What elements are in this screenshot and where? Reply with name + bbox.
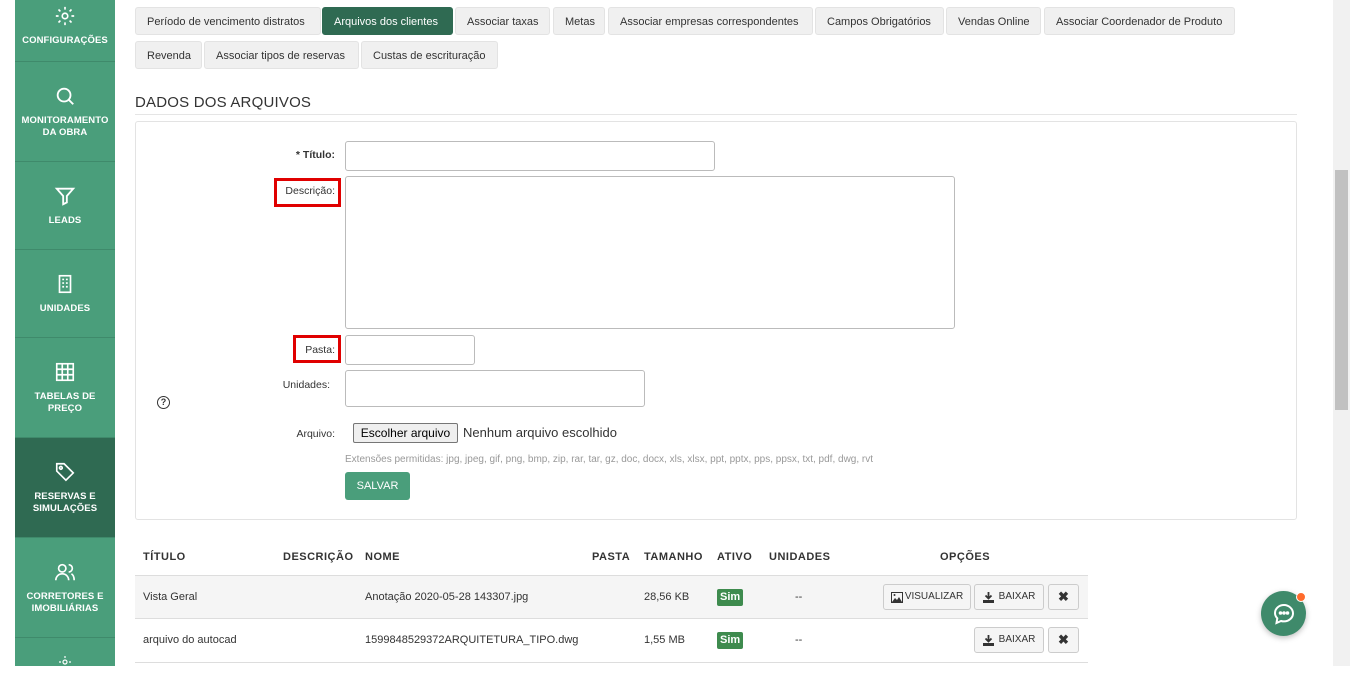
unidades-select[interactable] xyxy=(345,370,645,407)
col-descricao: DESCRIÇÃO xyxy=(283,551,354,563)
grid-icon xyxy=(55,362,75,381)
tab-vendas-online[interactable]: Vendas Online xyxy=(946,7,1041,35)
sidebar-item-leads[interactable]: Leads xyxy=(15,162,115,250)
gear-icon xyxy=(55,6,75,25)
sidebar-item-configuracoes[interactable]: Configurações xyxy=(15,0,115,62)
arquivo-label: Arquivo: xyxy=(296,428,335,440)
image-icon xyxy=(890,591,903,603)
extensions-hint: Extensões permitidas: jpg, jpeg, gif, pn… xyxy=(345,454,874,465)
file-status: Nenhum arquivo escolhido xyxy=(463,425,617,440)
delete-button[interactable]: ✖ xyxy=(1048,584,1079,610)
download-icon xyxy=(982,591,994,603)
sidebar-item-label: Reservas e simulações xyxy=(32,490,98,514)
sidebar-item-reservas[interactable]: Reservas e simulações xyxy=(15,438,115,538)
funnel-icon xyxy=(54,187,76,206)
cell-titulo: Vista Geral xyxy=(143,591,198,603)
save-button[interactable]: SALVAR xyxy=(345,472,410,500)
titulo-label: * Título: xyxy=(295,149,335,161)
sidebar-item-more[interactable] xyxy=(15,638,115,678)
sidebar-item-label: Unidades xyxy=(39,302,91,314)
sidebar-item-unidades[interactable]: Unidades xyxy=(15,250,115,338)
col-ativo: ATIVO xyxy=(717,551,753,563)
sidebar-item-corretores[interactable]: Corretores e imobiliárias xyxy=(15,538,115,638)
tab-associar-coordenador[interactable]: Associar Coordenador de Produto xyxy=(1044,7,1235,35)
chat-icon xyxy=(1273,603,1294,625)
tab-associar-taxas[interactable]: Associar taxas xyxy=(455,7,550,35)
pasta-input[interactable] xyxy=(345,335,475,365)
col-titulo: TÍTULO xyxy=(143,551,186,563)
section-divider xyxy=(135,114,1297,115)
baixar-label: BAIXAR xyxy=(998,591,1036,602)
cell-tamanho: 1,55 MB xyxy=(644,634,685,646)
cell-nome: Anotação 2020-05-28 143307.jpg xyxy=(365,591,529,603)
sidebar-item-label: Monitoramento da obra xyxy=(21,114,109,138)
col-unidades: UNIDADES xyxy=(769,551,831,563)
scrollbar-thumb[interactable] xyxy=(1335,170,1348,410)
users-icon xyxy=(55,563,75,580)
status-badge: Sim xyxy=(717,589,744,606)
sidebar-item-label: Tabelas de preço xyxy=(34,390,96,414)
tag-icon xyxy=(55,462,75,481)
titulo-input[interactable] xyxy=(345,141,715,171)
tab-associar-tipos-reservas[interactable]: Associar tipos de reservas xyxy=(204,41,359,69)
vertical-scrollbar[interactable] xyxy=(1333,0,1350,666)
sidebar-item-label: Configurações xyxy=(22,34,108,46)
cell-unidades: -- xyxy=(795,591,803,603)
tab-periodo-vencimento[interactable]: Período de vencimento distratos xyxy=(135,7,321,35)
col-opcoes: OPÇÕES xyxy=(940,551,991,563)
sidebar-item-tabelas[interactable]: Tabelas de preço xyxy=(15,338,115,438)
baixar-label: BAIXAR xyxy=(998,634,1036,645)
tab-custas-escrituracao[interactable]: Custas de escrituração xyxy=(361,41,498,69)
pasta-label: Pasta: xyxy=(305,344,335,356)
status-badge: Sim xyxy=(717,632,744,649)
sidebar: Configurações Monitoramento da obra Lead… xyxy=(15,0,115,668)
tab-revenda[interactable]: Revenda xyxy=(135,41,202,69)
sidebar-item-label: Leads xyxy=(48,214,82,226)
col-pasta: PASTA xyxy=(592,551,631,563)
descricao-textarea[interactable] xyxy=(345,176,955,329)
tab-associar-empresas[interactable]: Associar empresas correspondentes xyxy=(608,7,813,35)
notification-dot xyxy=(1296,592,1306,602)
tab-metas[interactable]: Metas xyxy=(553,7,605,35)
table-row xyxy=(135,619,1088,663)
section-title: DADOS DOS ARQUIVOS xyxy=(135,94,312,111)
search-icon xyxy=(56,87,74,105)
sidebar-item-label: Corretores e imobiliárias xyxy=(26,590,104,614)
close-icon: ✖ xyxy=(1058,632,1069,647)
baixar-button[interactable]: BAIXAR xyxy=(974,584,1044,610)
visualizar-label: VISUALIZAR xyxy=(904,591,964,602)
sidebar-item-monitoramento[interactable]: Monitoramento da obra xyxy=(15,62,115,162)
col-tamanho: TAMANHO xyxy=(644,551,703,563)
visualizar-button[interactable]: VISUALIZAR xyxy=(883,584,971,610)
choose-file-button[interactable]: Escolher arquivo xyxy=(353,423,458,443)
tab-campos-obrigatorios[interactable]: Campos Obrigatórios xyxy=(815,7,944,35)
close-icon: ✖ xyxy=(1058,589,1069,604)
settings-icon xyxy=(59,656,71,668)
unidades-label: Unidades: xyxy=(282,379,330,391)
tab-arquivos-clientes[interactable]: Arquivos dos clientes xyxy=(322,7,453,35)
delete-button[interactable]: ✖ xyxy=(1048,627,1079,653)
cell-tamanho: 28,56 KB xyxy=(644,591,690,603)
cell-nome: 1599848529372ARQUITETURA_TIPO.dwg xyxy=(365,634,579,646)
cell-unidades: -- xyxy=(795,634,803,646)
download-icon xyxy=(982,634,994,646)
descricao-label: Descrição: xyxy=(285,185,335,197)
building-icon xyxy=(58,274,72,293)
cell-titulo: arquivo do autocad xyxy=(143,634,237,646)
help-icon[interactable]: ? xyxy=(157,396,170,409)
col-nome: NOME xyxy=(365,551,400,563)
baixar-button[interactable]: BAIXAR xyxy=(974,627,1044,653)
